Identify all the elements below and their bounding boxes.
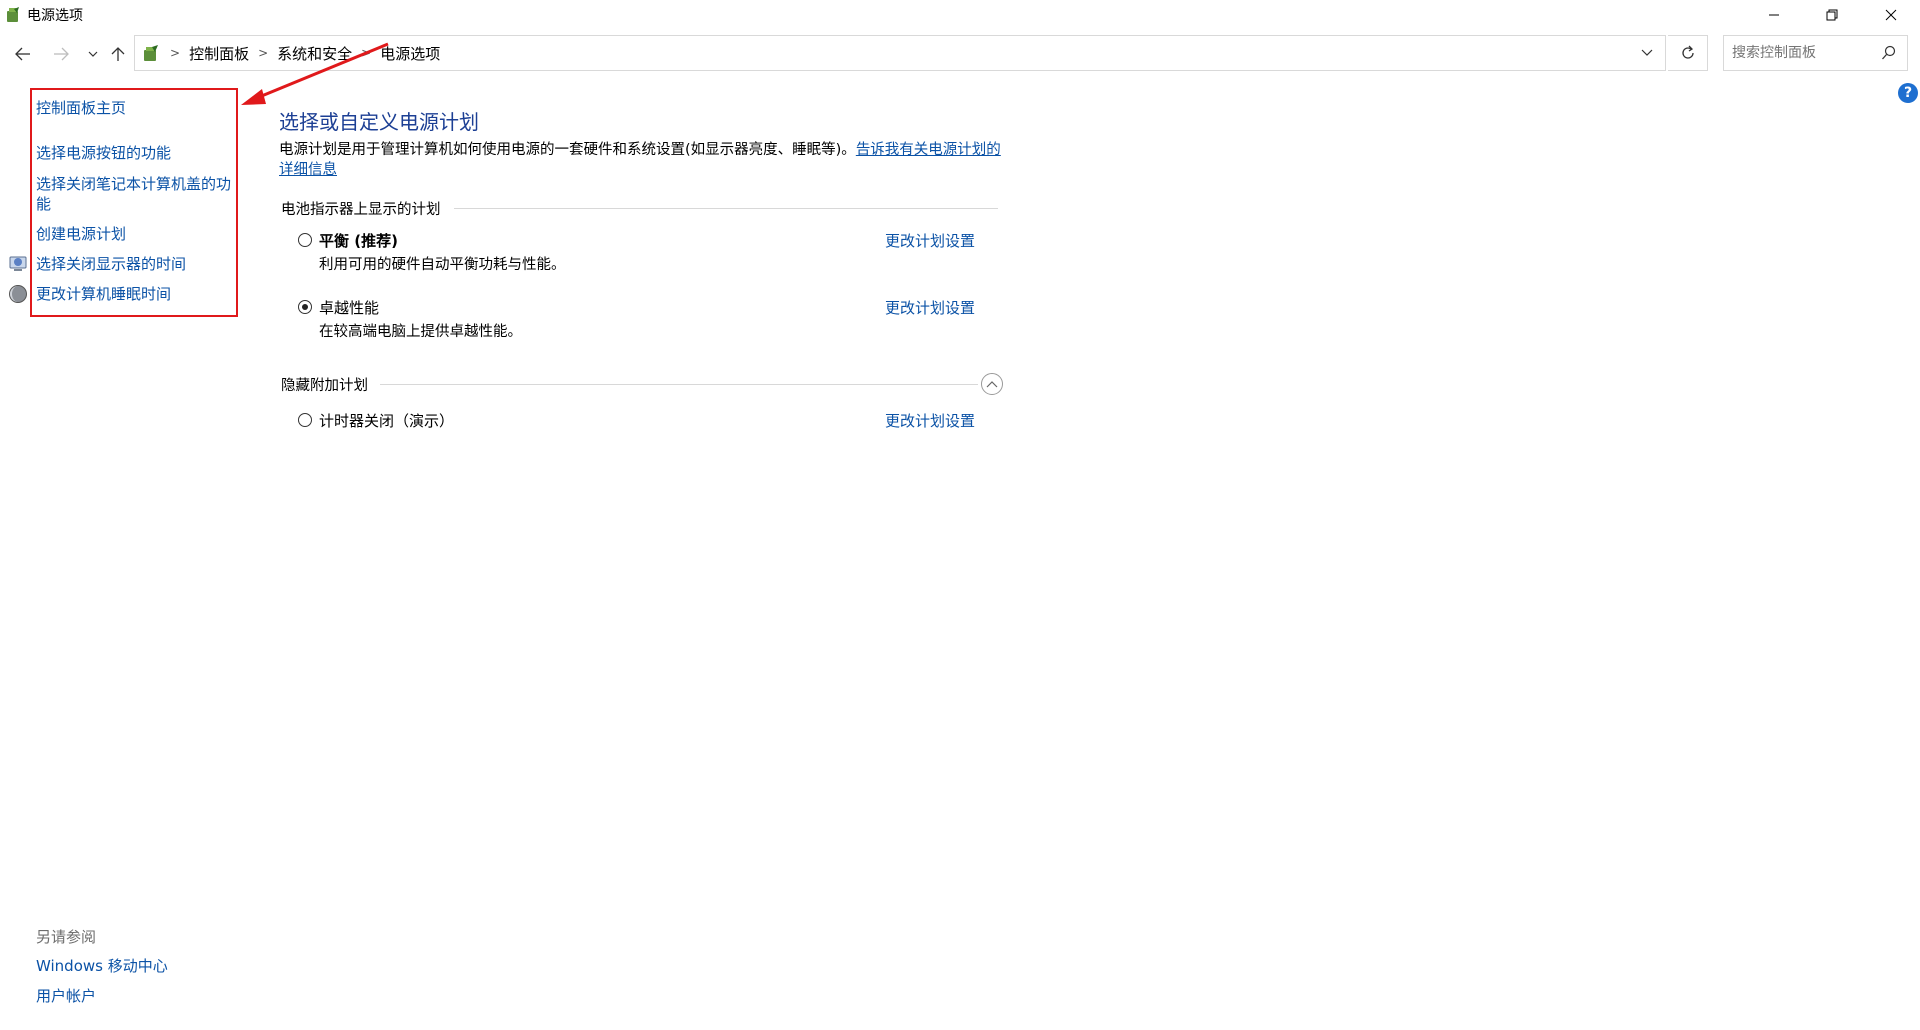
close-icon bbox=[1885, 9, 1897, 21]
hidden-plans-header: 隐藏附加计划 bbox=[281, 377, 368, 394]
breadcrumb-item-control-panel[interactable]: 控制面板 bbox=[189, 43, 249, 64]
address-dropdown-button[interactable] bbox=[1629, 36, 1665, 70]
minimize-icon bbox=[1769, 14, 1779, 16]
up-arrow-icon bbox=[111, 47, 125, 61]
collapse-hidden-plans-button[interactable] bbox=[981, 373, 1003, 395]
task-sleep-time[interactable]: 更改计算机睡眠时间 bbox=[36, 284, 171, 304]
divider bbox=[454, 208, 998, 209]
intro-description: 电源计划是用于管理计算机如何使用电源的一套硬件和系统设置(如显示器亮度、睡眠等)… bbox=[279, 142, 856, 158]
see-also-title: 另请参阅 bbox=[36, 928, 97, 946]
see-also-mobility-center-link[interactable]: Windows 移动中心 bbox=[36, 956, 168, 976]
restore-button[interactable] bbox=[1803, 0, 1861, 30]
display-icon bbox=[9, 256, 27, 271]
power-options-icon bbox=[7, 7, 19, 22]
plan-timer-off-settings-link[interactable]: 更改计划设置 bbox=[885, 411, 975, 431]
plan-balanced-radio[interactable] bbox=[298, 233, 312, 247]
search-input[interactable] bbox=[1732, 36, 1872, 70]
plan-balanced-name[interactable]: 平衡 (推荐) bbox=[319, 231, 398, 251]
breadcrumb-item-system-security[interactable]: 系统和安全 bbox=[277, 43, 352, 64]
battery-plans-header: 电池指示器上显示的计划 bbox=[281, 201, 441, 218]
sleep-icon bbox=[9, 285, 27, 303]
plan-ultimate-settings-link[interactable]: 更改计划设置 bbox=[885, 298, 975, 318]
plan-ultimate-radio[interactable] bbox=[298, 300, 312, 314]
breadcrumb-item-power-options[interactable]: 电源选项 bbox=[380, 43, 440, 64]
breadcrumb-separator-icon: > bbox=[361, 46, 372, 60]
navigation-bar: > 控制面板 > 系统和安全 > 电源选项 bbox=[0, 35, 1920, 73]
refresh-button[interactable] bbox=[1668, 35, 1708, 71]
back-arrow-icon bbox=[15, 47, 30, 61]
search-icon[interactable] bbox=[1881, 45, 1897, 61]
task-lid-close-function[interactable]: 选择关闭笔记本计算机盖的功能 bbox=[36, 174, 236, 214]
back-button[interactable] bbox=[13, 44, 33, 64]
help-icon[interactable]: ? bbox=[1898, 83, 1918, 103]
up-button[interactable] bbox=[108, 44, 128, 64]
plan-timer-off-name[interactable]: 计时器关闭（演示） bbox=[319, 411, 454, 431]
divider bbox=[380, 384, 978, 385]
chevron-down-icon bbox=[1641, 49, 1653, 56]
see-also-user-accounts-link[interactable]: 用户帐户 bbox=[36, 986, 96, 1006]
task-display-off-time[interactable]: 选择关闭显示器的时间 bbox=[36, 254, 186, 274]
chevron-down-icon bbox=[88, 51, 98, 57]
plan-balanced-description: 利用可用的硬件自动平衡功耗与性能。 bbox=[319, 257, 566, 273]
close-button[interactable] bbox=[1862, 0, 1920, 30]
page-title: 选择或自定义电源计划 bbox=[279, 110, 479, 134]
recent-locations-button[interactable] bbox=[83, 44, 103, 64]
forward-button[interactable] bbox=[51, 44, 71, 64]
forward-arrow-icon bbox=[54, 47, 69, 61]
restore-icon bbox=[1826, 9, 1838, 21]
window-title: 电源选项 bbox=[27, 8, 83, 24]
minimize-button[interactable] bbox=[1745, 0, 1803, 30]
address-bar[interactable]: > 控制面板 > 系统和安全 > 电源选项 bbox=[134, 35, 1666, 71]
plan-timer-off-radio[interactable] bbox=[298, 413, 312, 427]
task-power-button-function[interactable]: 选择电源按钮的功能 bbox=[36, 143, 171, 163]
search-box[interactable] bbox=[1723, 35, 1908, 71]
plan-balanced-settings-link[interactable]: 更改计划设置 bbox=[885, 231, 975, 251]
title-bar: 电源选项 bbox=[0, 0, 1920, 30]
chevron-up-icon bbox=[986, 381, 998, 388]
refresh-icon bbox=[1681, 45, 1694, 59]
task-create-power-plan[interactable]: 创建电源计划 bbox=[36, 224, 126, 244]
breadcrumb: > 控制面板 > 系统和安全 > 电源选项 bbox=[139, 36, 440, 70]
plan-ultimate-name[interactable]: 卓越性能 bbox=[319, 298, 379, 318]
breadcrumb-separator-icon: > bbox=[258, 46, 269, 60]
control-panel-icon bbox=[144, 45, 158, 61]
control-panel-home-link[interactable]: 控制面板主页 bbox=[36, 98, 126, 118]
plan-ultimate-description: 在较高端电脑上提供卓越性能。 bbox=[319, 324, 522, 340]
breadcrumb-separator-icon: > bbox=[170, 46, 181, 60]
intro-text: 电源计划是用于管理计算机如何使用电源的一套硬件和系统设置(如显示器亮度、睡眠等)… bbox=[279, 140, 1004, 180]
